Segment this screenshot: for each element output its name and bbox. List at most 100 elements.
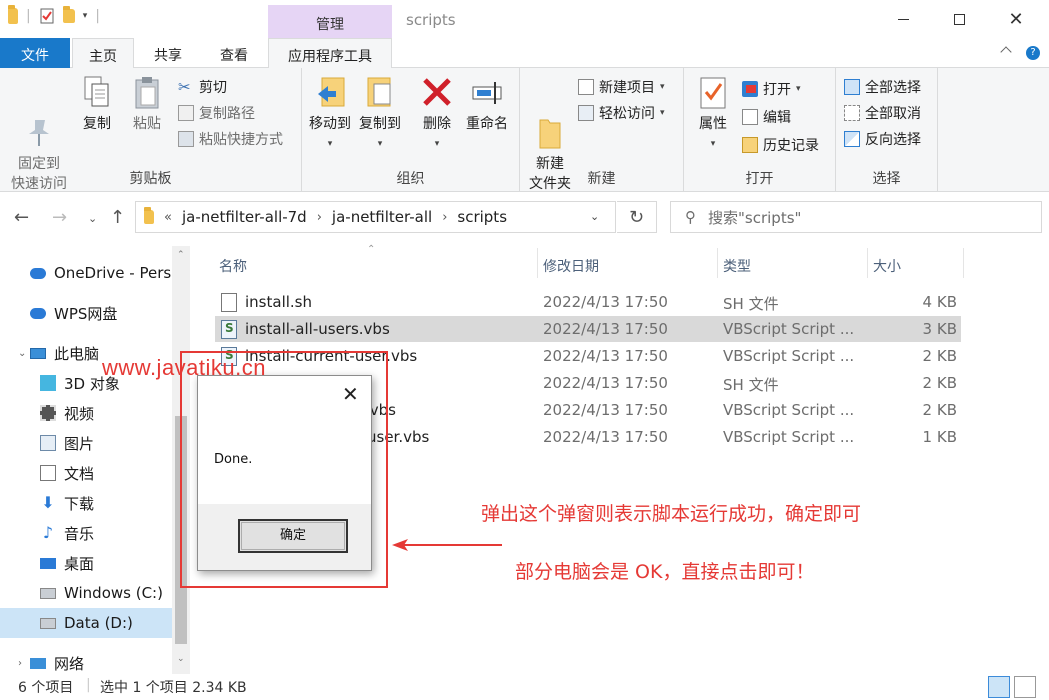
column-modified[interactable]: 修改日期 [543, 256, 599, 276]
copy-to-button[interactable]: 复制到 ▾ [356, 74, 404, 154]
edit-button[interactable]: 编辑 [742, 106, 791, 128]
sidebar-item-pictures[interactable]: 图片 [0, 428, 172, 458]
copy-path-label: 复制路径 [199, 106, 255, 122]
close-button[interactable]: ✕ [993, 0, 1039, 38]
dialog-close-button[interactable]: ✕ [342, 384, 359, 404]
status-divider: | [86, 677, 91, 693]
breadcrumb-item[interactable]: ja-netfilter-all [332, 208, 432, 226]
maximize-button[interactable] [936, 0, 982, 38]
refresh-button[interactable]: ↻ [617, 201, 657, 233]
properties-icon[interactable] [39, 8, 55, 24]
select-group: 全部选择 全部取消 反向选择 选择 [836, 68, 938, 192]
forward-button[interactable]: → [52, 207, 67, 228]
cloud-icon [30, 267, 46, 279]
sidebar-item-onedrive[interactable]: OneDrive - Perso [0, 258, 172, 288]
sidebar-item-label: Data (D:) [64, 614, 133, 632]
column-divider[interactable] [963, 248, 964, 278]
file-name: install.sh [245, 293, 312, 311]
item-count: 6 个项目 [18, 680, 74, 696]
move-to-dropdown-icon: ▾ [327, 139, 333, 149]
paste-button[interactable]: 粘贴 [124, 74, 170, 134]
move-to-button[interactable]: 移动到 ▾ [306, 74, 354, 154]
recent-locations-icon[interactable]: ⌄ [88, 212, 97, 225]
invert-selection-button[interactable]: 反向选择 [844, 128, 921, 150]
address-dropdown-icon[interactable]: ⌄ [590, 210, 599, 223]
breadcrumb-separator[interactable]: › [442, 210, 447, 225]
cloud-icon [30, 307, 46, 319]
delete-button[interactable]: 删除 ▾ [414, 74, 460, 154]
back-button[interactable]: ← [14, 207, 29, 228]
sidebar-item-desktop[interactable]: 桌面 [0, 548, 172, 578]
select-group-label: 选择 [872, 171, 901, 187]
selection-info: 选中 1 个项目 2.34 KB [100, 680, 247, 696]
collapse-ribbon-icon[interactable] [1000, 46, 1012, 58]
tab-file[interactable]: 文件 [0, 38, 70, 68]
film-icon [40, 405, 56, 421]
copy-path-button[interactable]: 复制路径 [178, 102, 255, 124]
minimize-button[interactable] [880, 0, 926, 38]
search-box[interactable]: ⚲ 搜索"scripts" [670, 201, 1042, 233]
column-divider[interactable] [537, 248, 538, 278]
copy-button[interactable]: 复制 [74, 74, 120, 134]
maximize-icon [953, 13, 965, 25]
organize-group-label: 组织 [396, 171, 425, 187]
toolbar-divider: | [95, 8, 100, 24]
open-button[interactable]: 打开 ▾ [742, 78, 801, 100]
overflow-crumb[interactable]: « [164, 210, 172, 225]
breadcrumb-separator[interactable]: › [317, 210, 322, 225]
sidebar-item-label: 音乐 [64, 524, 95, 543]
column-divider[interactable] [717, 248, 718, 278]
details-view-icon[interactable] [988, 676, 1010, 698]
tab-share[interactable]: 共享 [140, 38, 196, 68]
new-folder-icon[interactable] [62, 6, 75, 23]
breadcrumb-item[interactable]: scripts [457, 208, 507, 226]
large-icons-view-icon[interactable] [1014, 676, 1036, 698]
sidebar-item-data-d[interactable]: Data (D:) [0, 608, 172, 638]
select-none-button[interactable]: 全部取消 [844, 102, 921, 124]
copy-to-dropdown-icon: ▾ [377, 139, 383, 149]
help-icon[interactable]: ? [1026, 46, 1040, 60]
vbscript-file-icon [221, 320, 237, 339]
new-item-icon [578, 79, 594, 95]
rename-button[interactable]: 重命名 [462, 74, 512, 134]
ok-button[interactable]: 确定 [238, 519, 348, 553]
address-bar[interactable]: « ja-netfilter-all-7d › ja-netfilter-all… [135, 201, 616, 233]
paste-shortcut-button[interactable]: 粘贴快捷方式 [178, 128, 283, 150]
scroll-up-icon[interactable]: ⌃ [177, 250, 185, 260]
toolbar-divider: | [26, 8, 31, 24]
column-header: ⌃ 名称 修改日期 类型 大小 [193, 244, 973, 282]
copy-icon [81, 74, 113, 112]
breadcrumb-item[interactable]: ja-netfilter-all-7d [182, 208, 307, 226]
sidebar-item-documents[interactable]: 文档 [0, 458, 172, 488]
easy-access-button[interactable]: 轻松访问 ▾ [578, 102, 665, 124]
properties-button[interactable]: 属性 ▾ [690, 74, 736, 154]
tab-view[interactable]: 查看 [206, 38, 262, 68]
sidebar-item-downloads[interactable]: ⬇ 下载 [0, 488, 172, 518]
tab-app-tools[interactable]: 应用程序工具 [268, 38, 392, 69]
file-row[interactable]: install.sh 2022/4/13 17:50 SH 文件 4 KB [215, 289, 961, 315]
sidebar-item-windows-c[interactable]: Windows (C:) [0, 578, 172, 608]
sidebar-item-label: WPS网盘 [54, 304, 118, 323]
watermark: www.javatiku.cn [102, 355, 267, 380]
new-item-button[interactable]: 新建项目 ▾ [578, 76, 665, 98]
sidebar-item-videos[interactable]: 视频 [0, 398, 172, 428]
column-name[interactable]: 名称 [219, 256, 247, 276]
scroll-down-icon[interactable]: ⌄ [177, 654, 185, 664]
customize-toolbar-icon[interactable]: ▾ [83, 11, 88, 21]
cut-button[interactable]: ✂ 剪切 [178, 76, 227, 98]
file-modified: 2022/4/13 17:50 [543, 401, 668, 419]
tab-home[interactable]: 主页 [72, 38, 134, 69]
drive-icon [40, 617, 56, 629]
column-type[interactable]: 类型 [723, 256, 751, 276]
sidebar-item-music[interactable]: ♪ 音乐 [0, 518, 172, 548]
sidebar-item-wps[interactable]: WPS网盘 [0, 298, 172, 328]
file-row[interactable]: install-all-users.vbs 2022/4/13 17:50 VB… [215, 316, 961, 342]
history-button[interactable]: 历史记录 [742, 134, 819, 156]
rename-label: 重命名 [466, 116, 508, 132]
file-type: VBScript Script ... [723, 320, 855, 338]
paste-shortcut-label: 粘贴快捷方式 [199, 132, 283, 148]
column-size[interactable]: 大小 [873, 256, 901, 276]
column-divider[interactable] [867, 248, 868, 278]
select-all-button[interactable]: 全部选择 [844, 76, 921, 98]
up-button[interactable]: ↑ [110, 207, 125, 228]
